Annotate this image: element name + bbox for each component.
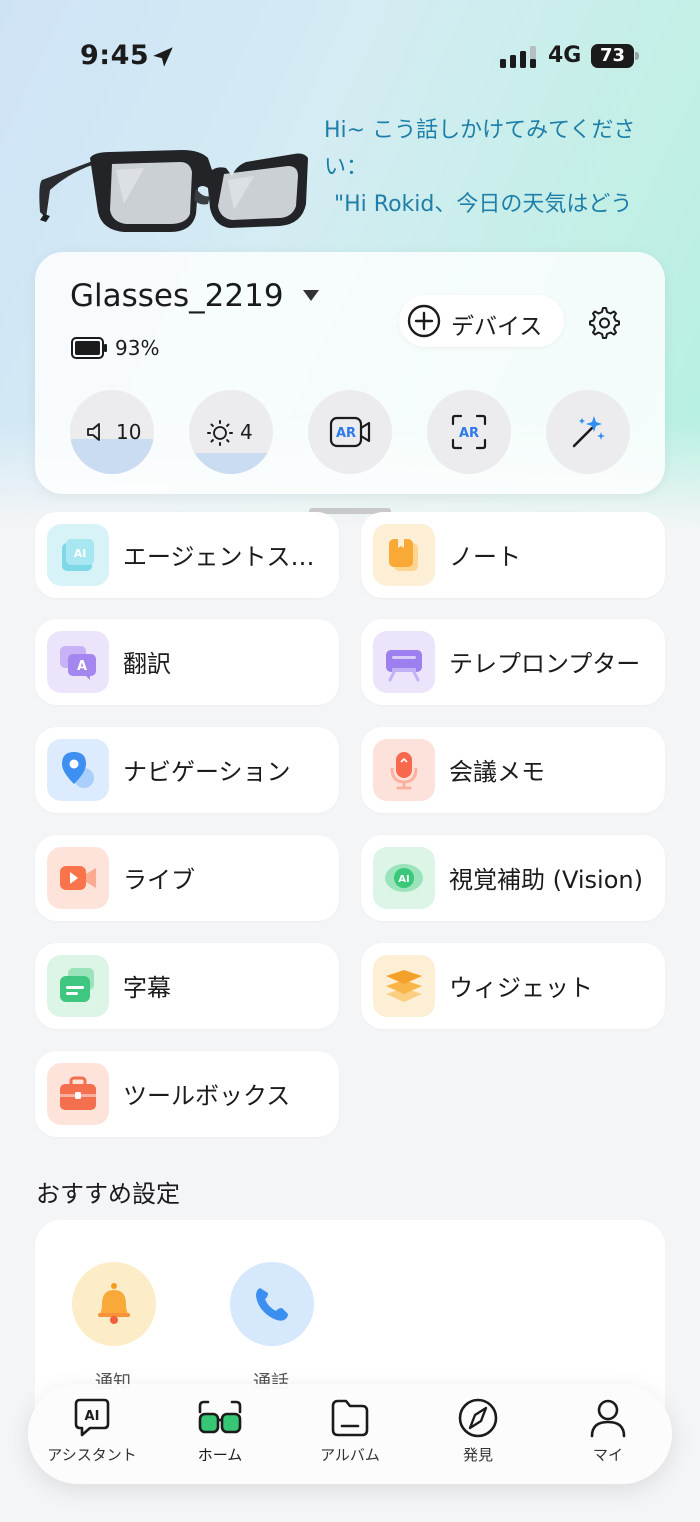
widget-icon bbox=[373, 955, 435, 1017]
tab-assistant[interactable]: AI アシスタント bbox=[32, 1396, 152, 1476]
glasses-image bbox=[39, 150, 308, 232]
feature-navigation[interactable]: ナビゲーション bbox=[35, 727, 339, 813]
teleprompter-icon bbox=[373, 631, 435, 693]
feature-label: ナビゲーション bbox=[123, 758, 291, 786]
brightness-level-fill bbox=[189, 453, 273, 474]
battery-status-percent: 73 bbox=[599, 45, 626, 66]
svg-text:AI: AI bbox=[74, 547, 87, 560]
tab-profile[interactable]: マイ bbox=[548, 1396, 668, 1476]
feature-label: 会議メモ bbox=[449, 758, 545, 786]
device-battery: 93% bbox=[115, 336, 160, 360]
tab-album[interactable]: アルバム bbox=[290, 1396, 410, 1476]
feature-widget[interactable]: ウィジェット bbox=[361, 943, 665, 1029]
volume-value: 10 bbox=[116, 420, 142, 444]
notification-setting[interactable] bbox=[72, 1262, 156, 1346]
feature-label: エージェントス… bbox=[123, 543, 315, 571]
ar-scan-icon: AR bbox=[451, 414, 487, 450]
feature-toolbox[interactable]: ツールボックス bbox=[35, 1051, 339, 1137]
status-bar: 9:45 4G 73 bbox=[0, 0, 700, 110]
brightness-value: 4 bbox=[240, 420, 253, 444]
recommended-title: おすすめ設定 bbox=[36, 1180, 180, 1208]
ar-record-button[interactable]: AR bbox=[308, 390, 392, 474]
glasses-icon bbox=[198, 1400, 242, 1434]
tab-label: アルバム bbox=[320, 1446, 380, 1464]
brightness-control[interactable]: 4 bbox=[189, 390, 273, 474]
profile-icon bbox=[590, 1399, 626, 1438]
note-icon bbox=[373, 524, 435, 586]
bell-icon bbox=[98, 1283, 130, 1324]
feature-label: テレプロンプター bbox=[449, 650, 641, 678]
feature-note[interactable]: ノート bbox=[361, 512, 665, 598]
prompt-line: Hi~ こう話しかけてみてくださ bbox=[324, 118, 636, 143]
live-icon bbox=[47, 847, 109, 909]
ar-scan-button[interactable]: AR bbox=[427, 390, 511, 474]
assistant-prompt: Hi~ こう話しかけてみてくださ い： "Hi Rokid、今日の天気はどう bbox=[324, 112, 674, 223]
tab-bar: AI アシスタント ホーム アルバム 発見 マイ bbox=[28, 1384, 672, 1484]
svg-text:AI: AI bbox=[398, 874, 409, 885]
feature-label: ツールボックス bbox=[123, 1082, 291, 1110]
add-device-label: デバイス bbox=[451, 314, 543, 340]
feature-subtitle[interactable]: 字幕 bbox=[35, 943, 339, 1029]
svg-text:A: A bbox=[77, 659, 87, 674]
volume-level-fill bbox=[70, 439, 154, 474]
plus-circle-icon bbox=[407, 304, 441, 338]
translate-icon: A bbox=[47, 631, 109, 693]
svg-text:AR: AR bbox=[459, 426, 479, 441]
location-arrow-icon bbox=[153, 47, 173, 67]
compass-icon bbox=[458, 1398, 498, 1438]
feature-meeting-memo[interactable]: 会議メモ bbox=[361, 727, 665, 813]
prompt-line: い： bbox=[324, 155, 369, 180]
add-device-button[interactable]: デバイス bbox=[399, 295, 564, 347]
feature-translate[interactable]: A 翻訳 bbox=[35, 619, 339, 705]
call-setting[interactable] bbox=[230, 1262, 314, 1346]
tab-label: ホーム bbox=[197, 1446, 243, 1464]
tab-label: マイ bbox=[592, 1446, 623, 1464]
battery-status-icon: 73 bbox=[591, 44, 639, 68]
ar-video-icon: AR bbox=[329, 416, 371, 448]
chevron-down-icon[interactable] bbox=[303, 290, 319, 301]
vision-icon: AI bbox=[373, 847, 435, 909]
subtitle-icon bbox=[47, 955, 109, 1017]
feature-label: 視覚補助 (Vision) bbox=[449, 866, 643, 894]
album-icon bbox=[331, 1399, 369, 1437]
tab-label: アシスタント bbox=[47, 1446, 137, 1464]
feature-vision[interactable]: AI 視覚補助 (Vision) bbox=[361, 835, 665, 921]
toolbox-icon bbox=[47, 1063, 109, 1125]
navigation-icon bbox=[47, 739, 109, 801]
status-time: 9:45 bbox=[80, 40, 150, 71]
feature-label: 字幕 bbox=[123, 974, 171, 1002]
magic-wand-icon bbox=[572, 416, 605, 448]
tab-discover[interactable]: 発見 bbox=[418, 1396, 538, 1476]
feature-agent-store[interactable]: AI エージェントス… bbox=[35, 512, 339, 598]
svg-text:AI: AI bbox=[85, 1409, 100, 1424]
sun-icon bbox=[207, 420, 233, 446]
prompt-line: "Hi Rokid、今日の天気はどう bbox=[334, 192, 633, 217]
feature-label: ウィジェット bbox=[449, 974, 593, 1002]
agent-store-icon: AI bbox=[47, 524, 109, 586]
magic-wand-button[interactable] bbox=[546, 390, 630, 474]
tab-home[interactable]: ホーム bbox=[160, 1396, 280, 1476]
volume-control[interactable]: 10 bbox=[70, 390, 154, 474]
tab-label: 発見 bbox=[462, 1446, 493, 1464]
battery-icon bbox=[71, 337, 107, 359]
feature-label: ノート bbox=[449, 543, 521, 571]
device-name[interactable]: Glasses_2219 bbox=[70, 278, 284, 314]
feature-label: ライブ bbox=[123, 866, 195, 894]
assistant-icon: AI bbox=[74, 1398, 110, 1437]
speaker-icon bbox=[87, 423, 100, 441]
feature-label: 翻訳 bbox=[123, 650, 171, 678]
gear-icon[interactable] bbox=[585, 304, 621, 340]
network-type: 4G bbox=[548, 43, 582, 68]
feature-teleprompter[interactable]: テレプロンプター bbox=[361, 619, 665, 705]
signal-icon bbox=[500, 46, 536, 68]
meeting-memo-icon bbox=[373, 739, 435, 801]
svg-text:AR: AR bbox=[336, 426, 356, 441]
feature-live[interactable]: ライブ bbox=[35, 835, 339, 921]
phone-icon bbox=[256, 1288, 288, 1321]
device-card: Glasses_2219 93% デバイス 10 4 AR AR bbox=[35, 252, 665, 494]
